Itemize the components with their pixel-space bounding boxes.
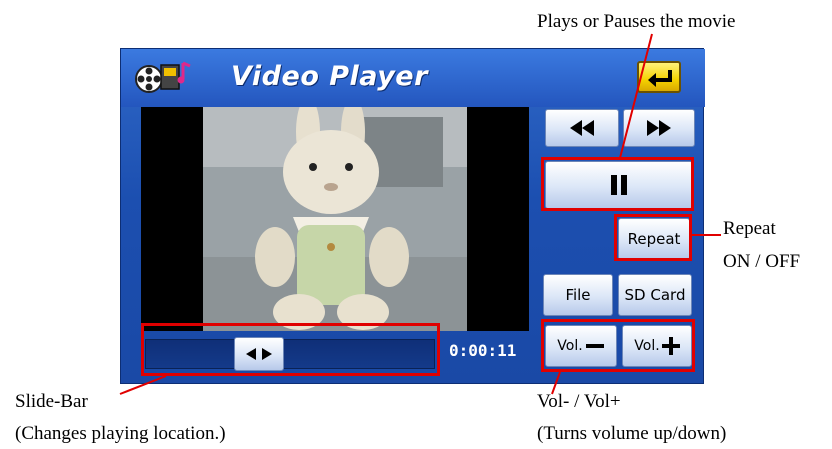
- annotation-leader-lines: [119, 33, 721, 395]
